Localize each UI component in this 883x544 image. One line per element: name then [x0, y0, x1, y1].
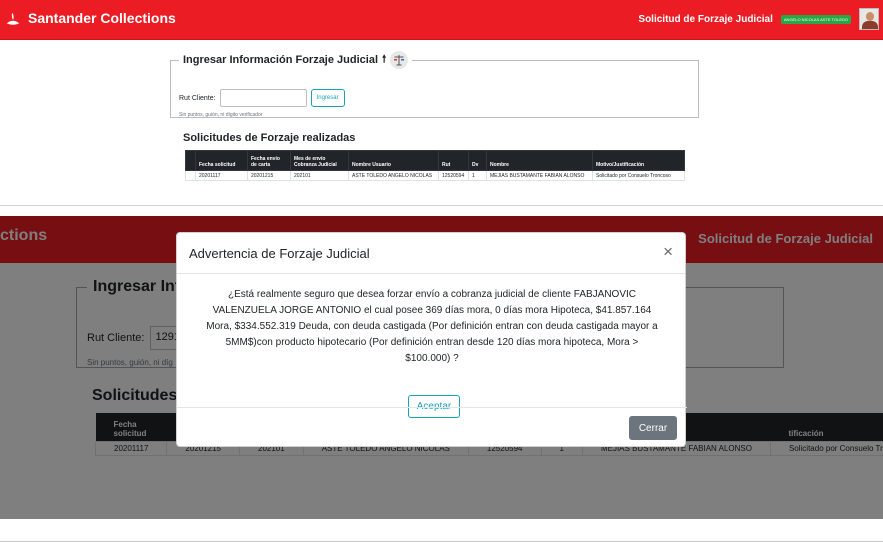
- user-avatar[interactable]: [859, 8, 879, 30]
- table-header-row: Fecha solicitud Fecha envío de carta Mes…: [185, 150, 685, 171]
- col-nombre: Nombre: [486, 150, 593, 171]
- modal-message: ¿Está realmente seguro que desea forzar …: [206, 289, 658, 364]
- col-motivo: Motivo/Justificación: [592, 150, 685, 171]
- forzaje-form: Ingresar Información Forzaje Judicial 🠕 …: [170, 51, 699, 118]
- cell-rut: 12520594: [438, 170, 469, 181]
- col-rut: Rut: [438, 150, 469, 171]
- brand-name: Santander Collections: [28, 10, 176, 26]
- col-nombre-usuario: Nombre Usuario: [348, 150, 439, 171]
- form-legend: Ingresar Información Forzaje Judicial 🠕: [179, 51, 412, 69]
- rut-row: Rut Cliente: Ingresar: [179, 89, 345, 107]
- divider: [0, 205, 883, 206]
- divider-bottom: [0, 541, 883, 542]
- col-fecha-envio: Fecha envío de carta: [247, 150, 291, 171]
- col-fecha-solicitud: Fecha solicitud: [195, 150, 248, 171]
- solicitudes-table: Fecha solicitud Fecha envío de carta Mes…: [185, 150, 685, 181]
- cell-nombre: MEJIAS BUSTAMANTE FABIAN ALONSO: [486, 170, 593, 181]
- cell-fecha-solicitud: 20201117: [195, 170, 248, 181]
- santander-flame-icon: [6, 12, 20, 25]
- warning-modal: Advertencia de Forzaje Judicial × ¿Está …: [176, 232, 687, 448]
- table-row[interactable]: 20201117 20201215 202101 ASTE TOLEDO ANG…: [185, 170, 685, 181]
- cell-mes-envio: 202101: [290, 170, 349, 181]
- bottom-screenshot: ctions Solicitud de Forzaje Judicial Ing…: [0, 216, 883, 519]
- rut-input[interactable]: [219, 89, 307, 107]
- rut-label: Rut Cliente:: [179, 94, 216, 102]
- col-dv: Dv: [468, 150, 487, 171]
- cerrar-button[interactable]: Cerrar: [629, 416, 677, 440]
- brand[interactable]: Santander Collections: [4, 9, 176, 27]
- col-mes-envio: Mes de envío Cobranza Judicial: [290, 150, 349, 171]
- col-index: [185, 150, 196, 171]
- modal-body: ¿Está realmente seguro que desea forzar …: [177, 274, 687, 418]
- navbar: Santander Collections Solicitud de Forza…: [0, 0, 883, 40]
- solicitudes-title: Solicitudes de Forzaje realizadas: [183, 132, 356, 144]
- ingresar-button[interactable]: Ingresar: [310, 89, 345, 107]
- nav-right: Solicitud de Forzaje Judicial ANGELO NIC…: [638, 8, 879, 30]
- cell-nombre-usuario: ASTE TOLEDO ANGELO NICOLAS: [348, 170, 439, 181]
- page-title: Solicitud de Forzaje Judicial: [638, 13, 773, 25]
- modal-header: Advertencia de Forzaje Judicial ×: [177, 233, 685, 274]
- cell-motivo: Solicitado por Consuelo Troncoso: [592, 170, 685, 181]
- user-badge: ANGELO NICOLAS ASTE TOLEDO: [780, 14, 851, 24]
- close-icon[interactable]: ×: [663, 242, 673, 262]
- rut-help-text: Sin puntos, guión, ni dígito verificador: [179, 112, 263, 118]
- cell-fecha-envio: 20201215: [247, 170, 291, 181]
- cell-dv: 1: [468, 170, 487, 181]
- balance-scale-icon: [390, 51, 409, 69]
- form-legend-text: Ingresar Información Forzaje Judicial: [183, 54, 378, 66]
- arrow-up-icon: 🠕: [382, 53, 387, 65]
- modal-title: Advertencia de Forzaje Judicial: [189, 246, 370, 261]
- cell-index: [185, 170, 196, 181]
- modal-footer: Cerrar: [177, 407, 687, 448]
- top-screenshot: Santander Collections Solicitud de Forza…: [0, 0, 883, 200]
